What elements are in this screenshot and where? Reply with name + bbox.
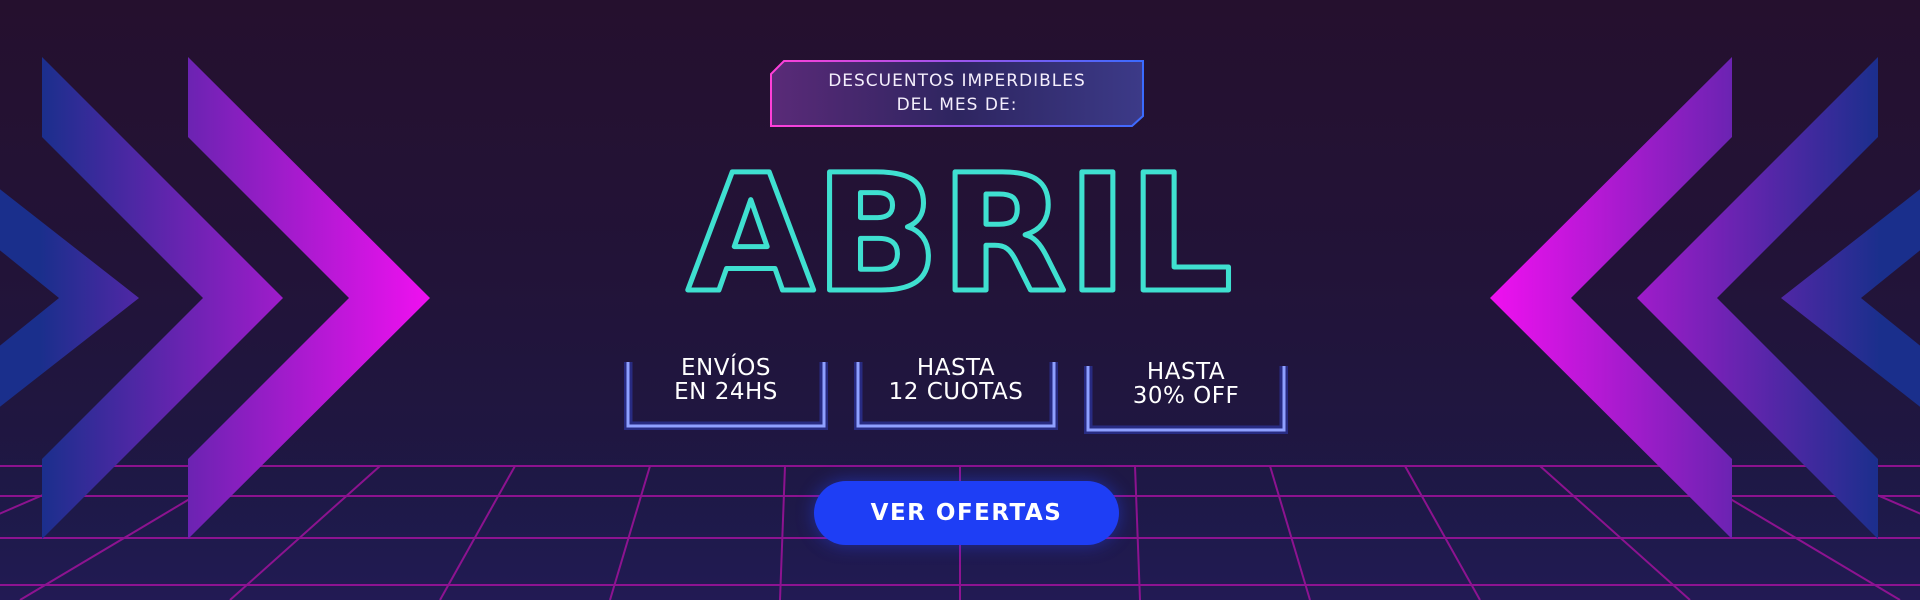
feature-installments-line-1: HASTA <box>916 355 996 381</box>
eyebrow-line-1: DESCUENTOS IMPERDIBLES <box>828 71 1086 91</box>
feature-installments-line-2: 12 CUOTAS <box>888 379 1024 405</box>
eyebrow-badge: DESCUENTOS IMPERDIBLES DEL MES DE: <box>770 60 1144 127</box>
feature-shipping-line-1: ENVÍOS <box>681 355 771 381</box>
view-offers-button[interactable]: VER OFERTAS <box>814 481 1119 545</box>
promo-banner: DESCUENTOS IMPERDIBLES DEL MES DE: ABRIL… <box>0 0 1920 600</box>
feature-installments: HASTA 12 CUOTAS <box>854 356 1058 430</box>
feature-shipping: ENVÍOS EN 24HS <box>624 356 828 430</box>
feature-discount: HASTA 30% OFF <box>1084 360 1288 434</box>
month-title: ABRIL <box>685 160 1236 305</box>
feature-discount-line-2: 30% OFF <box>1132 383 1240 409</box>
feature-shipping-line-2: EN 24HS <box>674 379 778 405</box>
month-title-text: ABRIL <box>687 160 1233 305</box>
eyebrow-line-2: DEL MES DE: <box>896 95 1018 115</box>
feature-discount-line-1: HASTA <box>1146 359 1226 385</box>
